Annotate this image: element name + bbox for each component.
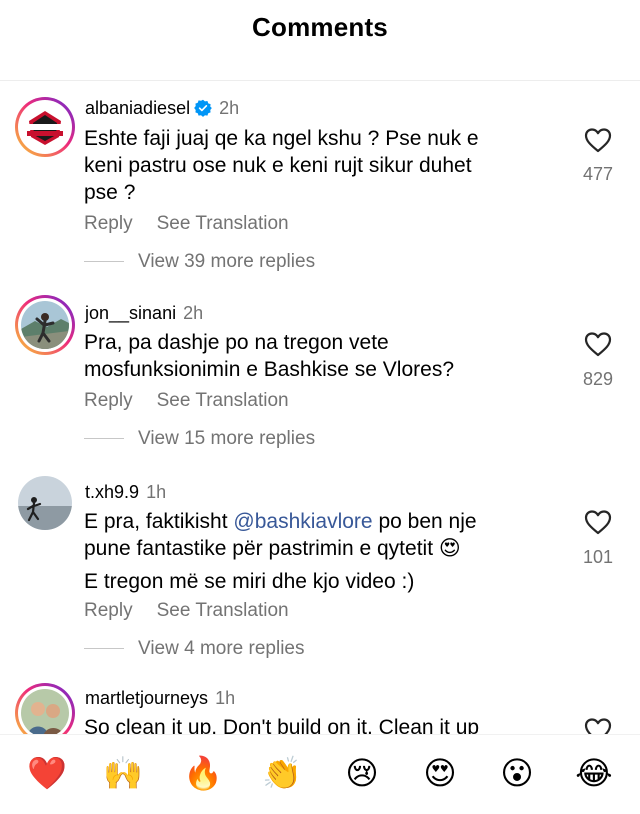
timestamp: 1h xyxy=(146,482,167,502)
heart-icon xyxy=(584,332,612,357)
verified-badge-icon xyxy=(194,99,212,122)
avatar-photo xyxy=(18,476,72,530)
comments-list[interactable]: albaniadiesel 2h Eshte faji juaj qe ka n… xyxy=(0,81,640,734)
see-translation-button[interactable]: See Translation xyxy=(157,213,289,234)
like-button[interactable] xyxy=(578,509,618,540)
view-replies-button[interactable]: View 4 more replies xyxy=(84,638,305,660)
heart-icon xyxy=(584,128,612,153)
like-button[interactable] xyxy=(578,331,618,362)
comment-line: E pra, faktikisht @bashkiavlore po ben n… xyxy=(84,510,477,533)
username[interactable]: martletjourneys xyxy=(85,688,208,708)
heart-icon xyxy=(584,718,612,734)
comment-line: pune fantastike për pastrimin e qytetit … xyxy=(84,537,461,560)
emoji-reaction-bar: ❤️ 🙌 🔥 👏 😢 😍 😮 😂 xyxy=(0,734,640,814)
timestamp: 1h xyxy=(215,688,236,708)
avatar-photo xyxy=(21,689,69,734)
comment-text: E pra, faktikisht @bashkiavlore po ben n… xyxy=(84,508,554,595)
avatar[interactable] xyxy=(15,295,75,355)
tears-of-joy-emoji-button[interactable]: 😂 xyxy=(572,751,616,795)
avatar-photo xyxy=(21,301,69,349)
comment-text: Eshte faji juaj qe ka ngel kshu ? Pse nu… xyxy=(84,125,554,206)
avatar[interactable] xyxy=(15,683,75,734)
reply-button[interactable]: Reply xyxy=(84,600,133,621)
comment-line: E tregon më se miri dhe kjo video :) xyxy=(84,570,415,593)
crying-face-emoji-button[interactable]: 😢 xyxy=(340,751,384,795)
comment-text: So clean it up. Don't build on it. Clean… xyxy=(84,714,554,734)
red-heart-emoji-button[interactable]: ❤️ xyxy=(25,751,69,795)
like-count: 829 xyxy=(582,369,614,389)
timestamp: 2h xyxy=(219,98,240,118)
albaniadiesel-logo xyxy=(21,103,69,151)
see-translation-button[interactable]: See Translation xyxy=(157,390,289,411)
reply-button[interactable]: Reply xyxy=(84,390,133,411)
comment-line: mosfunksionimin e Bashkise se Vlores? xyxy=(84,358,455,381)
header: Comments xyxy=(0,0,640,81)
raising-hands-emoji-button[interactable]: 🙌 xyxy=(101,751,145,795)
mention-link[interactable]: @bashkiavlore xyxy=(233,510,372,533)
like-button[interactable] xyxy=(578,717,618,734)
reply-button[interactable]: Reply xyxy=(84,213,133,234)
surprised-face-emoji-button[interactable]: 😮 xyxy=(495,751,539,795)
see-translation-button[interactable]: See Translation xyxy=(157,600,289,621)
comment-line: So clean it up. Don't build on it. Clean… xyxy=(84,716,480,734)
comment-text: Pra, pa dashje po na tregon vete mosfunk… xyxy=(84,329,554,383)
heart-icon xyxy=(584,510,612,535)
like-count: 101 xyxy=(582,547,614,567)
username[interactable]: t.xh9.9 xyxy=(85,482,139,502)
comment-line: Eshte faji juaj qe ka ngel kshu ? Pse nu… xyxy=(84,127,479,150)
username[interactable]: albaniadiesel xyxy=(85,98,190,118)
divider-line xyxy=(84,648,124,650)
divider-line xyxy=(84,261,124,263)
divider-line xyxy=(84,438,124,440)
fire-emoji-button[interactable]: 🔥 xyxy=(181,751,225,795)
avatar[interactable] xyxy=(15,97,75,157)
avatar[interactable] xyxy=(18,476,72,530)
username[interactable]: jon__sinani xyxy=(85,303,176,323)
comment-line: Pra, pa dashje po na tregon vete xyxy=(84,331,389,354)
timestamp: 2h xyxy=(183,303,204,323)
like-count: 477 xyxy=(582,164,614,184)
comment-line: pse ? xyxy=(84,181,136,204)
like-button[interactable] xyxy=(578,127,618,158)
view-replies-button[interactable]: View 39 more replies xyxy=(84,251,315,273)
heart-eyes-emoji-button[interactable]: 😍 xyxy=(418,751,462,795)
comment-line: keni pastru ose nuk e keni rujt sikur du… xyxy=(84,154,472,177)
clapping-hands-emoji-button[interactable]: 👏 xyxy=(260,751,304,795)
page-title: Comments xyxy=(252,12,388,42)
view-replies-button[interactable]: View 15 more replies xyxy=(84,428,315,450)
